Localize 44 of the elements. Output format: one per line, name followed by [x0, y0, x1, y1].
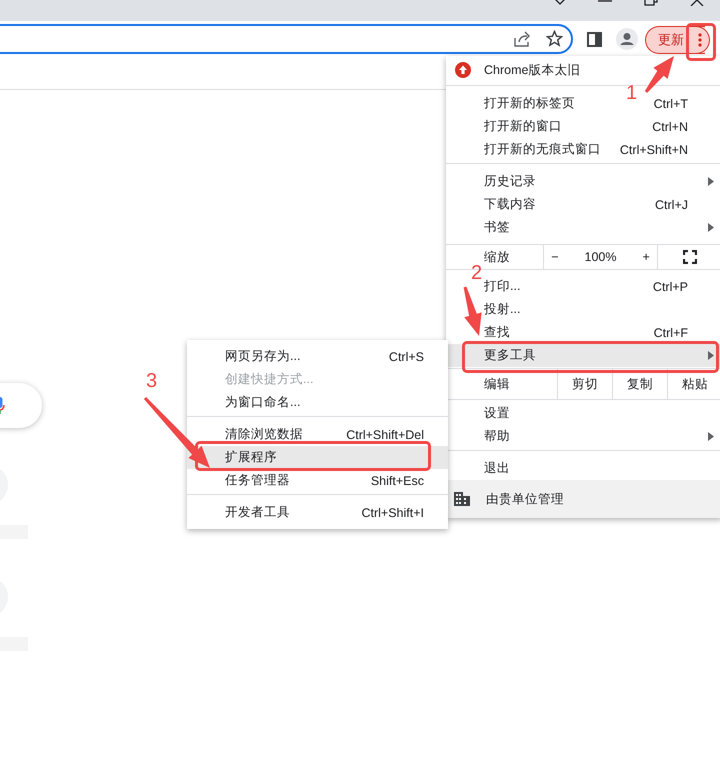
zoom-value: 100%	[584, 250, 616, 264]
menu-item[interactable]: 历史记录	[446, 170, 720, 193]
highlight-frame	[686, 23, 716, 61]
edit-action[interactable]: 粘贴	[667, 369, 720, 399]
annotation-arrow	[644, 56, 674, 93]
menu-item[interactable]: 扩展程序	[187, 446, 448, 469]
more-menu-button[interactable]	[690, 26, 710, 54]
menu-item[interactable]: 投射...	[446, 298, 720, 321]
menu-item[interactable]: 网页另存为... Ctrl+S	[187, 345, 448, 368]
edit-action[interactable]: 剪切	[557, 369, 612, 399]
avatar-icon[interactable]	[616, 28, 638, 50]
menu-item[interactable]: 帮助	[446, 425, 720, 448]
menu-item-label: Chrome版本太旧	[483, 62, 580, 78]
step-number: 2	[471, 262, 482, 285]
step-number: 1	[626, 82, 638, 105]
address-bar[interactable]	[0, 24, 573, 54]
menu-item[interactable]: 设置	[446, 402, 720, 425]
step-number: 3	[146, 370, 158, 393]
menu-item[interactable]: 书签	[446, 216, 720, 239]
menu-item[interactable]: 开发者工具 Ctrl+Shift+I	[187, 501, 448, 524]
minimize-icon[interactable]	[598, 0, 612, 4]
menu-item[interactable]: 打开新的无痕式窗口 Ctrl+Shift+N	[446, 138, 720, 161]
share-icon[interactable]	[514, 31, 531, 47]
menu-item[interactable]: Chrome版本太旧	[446, 57, 720, 83]
menu-item[interactable]: 退出	[446, 457, 720, 480]
side-panel-icon[interactable]	[587, 32, 602, 47]
more-icon	[698, 33, 702, 47]
zoom-label: 缩放	[484, 248, 510, 266]
fullscreen-icon[interactable]	[683, 250, 697, 264]
menu-item[interactable]: 下载内容 Ctrl+J	[446, 193, 720, 216]
menu-item[interactable]: 为窗口命名...	[187, 391, 448, 414]
star-icon[interactable]	[546, 30, 563, 47]
menu-item[interactable]: 查找 Ctrl+F	[446, 321, 720, 344]
annotation-arrow	[464, 286, 482, 336]
menu-item[interactable]: 打开新的窗口 Ctrl+N	[446, 115, 720, 138]
building-icon	[454, 492, 470, 506]
annotation-arrow	[144, 397, 210, 468]
zoom-in-button[interactable]: +	[638, 250, 654, 264]
zoom-out-button[interactable]: −	[547, 250, 562, 264]
edit-label: 编辑	[484, 376, 510, 392]
menu-item[interactable]: 任务管理器 Shift+Esc	[187, 469, 448, 492]
managed-item[interactable]: 由贵单位管理	[446, 480, 720, 518]
menu-item[interactable]: 更多工具	[446, 344, 720, 367]
edit-action[interactable]: 复制	[612, 369, 667, 399]
